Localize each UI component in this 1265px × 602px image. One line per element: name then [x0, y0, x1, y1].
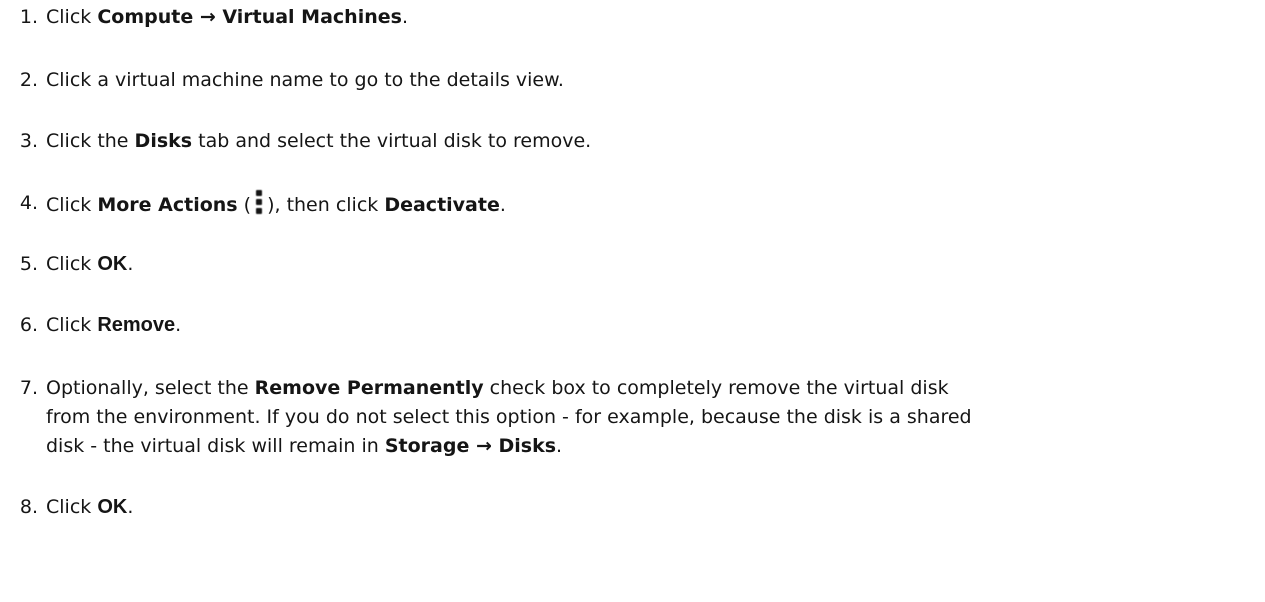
ok-label: OK — [97, 496, 128, 518]
remove-permanently-label: Remove Permanently — [254, 377, 484, 399]
step-number: 2. — [19, 69, 38, 91]
menu-path: Compute → Virtual Machines — [97, 6, 402, 28]
step-number: 8. — [19, 496, 38, 518]
step-text: Click Compute → Virtual Machines. — [46, 6, 408, 28]
step-text: Click Remove. — [46, 314, 182, 336]
step-text: Click OK. — [46, 496, 134, 518]
step-text: Click OK. — [46, 253, 134, 275]
deactivate-label: Deactivate — [384, 194, 500, 216]
disks-tab-label: Disks — [134, 130, 193, 152]
storage-disks-path: Storage → Disks — [384, 435, 557, 457]
step-text: Click a virtual machine name to go to th… — [46, 69, 564, 91]
step-text: disk - the virtual disk will remain in S… — [46, 435, 563, 457]
step-text: from the environment. If you do not sele… — [46, 406, 972, 428]
step-number: 3. — [19, 130, 38, 152]
step-number: 5. — [19, 253, 38, 275]
step-text: Click the Disks tab and select the virtu… — [46, 130, 592, 152]
remove-label: Remove — [97, 314, 176, 336]
step-number: 1. — [19, 6, 38, 28]
more-actions-label: More Actions — [97, 194, 238, 216]
step-number: 6. — [19, 314, 38, 336]
procedure-steps: 1. Click Compute → Virtual Machines. 2. … — [0, 0, 1265, 602]
step-text: Optionally, select the Remove Permanentl… — [46, 377, 949, 399]
step-number: 4. — [19, 192, 38, 214]
step-text: Click More Actions (), then click Deacti… — [46, 190, 506, 219]
kebab-vertical-icon — [255, 190, 263, 214]
ok-label: OK — [97, 253, 128, 275]
step-number: 7. — [19, 377, 38, 399]
